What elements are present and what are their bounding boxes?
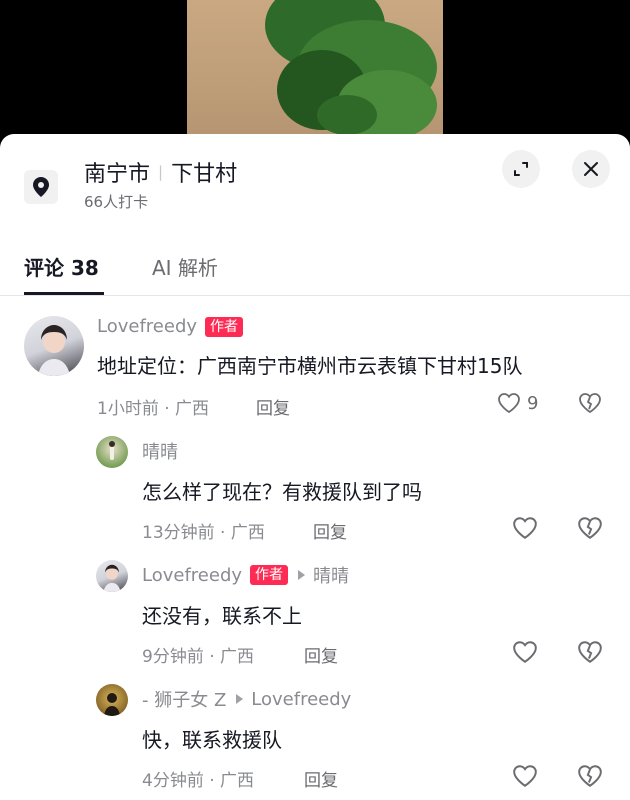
broken-heart-icon	[579, 393, 601, 414]
comment-text: 快，联系救援队	[142, 728, 282, 752]
location-title[interactable]: 南宁市 | 下甘村	[84, 156, 237, 188]
expand-icon	[514, 162, 528, 176]
comment-author[interactable]: 晴晴	[142, 438, 178, 464]
comment-sheet: 南宁市 | 下甘村 66人打卡 评论 38 AI 解析 Lovefreedy 作…	[0, 134, 630, 800]
comment-author[interactable]: Lovefreedy	[142, 565, 242, 586]
location-separator: |	[158, 163, 164, 181]
comment-author[interactable]: - 狮子女 Z	[142, 686, 226, 712]
comment-text: 怎么样了现在？有救援队到了吗	[142, 480, 422, 504]
avatar[interactable]	[24, 316, 84, 376]
comment-author-row: Lovefreedy 作者	[97, 316, 244, 337]
avatar[interactable]	[96, 560, 128, 592]
comment-author-row: 晴晴	[142, 438, 178, 464]
dislike-button[interactable]	[578, 392, 602, 418]
comment-meta: 1小时前 · 广西	[97, 399, 210, 419]
video-player[interactable]	[0, 0, 630, 150]
tab-comments[interactable]: 评论 38	[24, 252, 99, 281]
reply-target[interactable]: 晴晴	[313, 562, 349, 588]
comment-text: 还没有，联系不上	[142, 604, 302, 628]
close-icon	[584, 162, 598, 176]
author-badge: 作者	[205, 316, 244, 337]
broken-heart-icon	[578, 765, 602, 787]
like-button[interactable]	[512, 640, 538, 664]
dislike-button[interactable]	[577, 764, 603, 792]
comment-author[interactable]: Lovefreedy	[97, 316, 197, 337]
checkin-count: 66人打卡	[84, 193, 149, 211]
location-city: 南宁市	[84, 162, 151, 187]
expand-button[interactable]	[502, 150, 540, 188]
comment-meta: 4分钟前 · 广西	[142, 771, 255, 791]
comment-author-row: Lovefreedy 作者 晴晴	[142, 562, 349, 588]
comment-author-row: - 狮子女 Z Lovefreedy	[142, 686, 351, 712]
heart-icon	[513, 641, 537, 663]
location-pin-icon	[24, 170, 58, 204]
dislike-button[interactable]	[577, 640, 603, 668]
author-badge: 作者	[250, 565, 289, 585]
comment-meta: 13分钟前 · 广西	[142, 523, 265, 543]
tabs-divider	[0, 295, 630, 296]
broken-heart-icon	[578, 641, 602, 663]
reply-button[interactable]: 回复	[304, 642, 338, 667]
reply-button[interactable]: 回复	[304, 766, 338, 791]
avatar[interactable]	[96, 684, 128, 716]
reply-target[interactable]: Lovefreedy	[251, 689, 351, 710]
location-village: 下甘村	[171, 162, 238, 187]
like-button[interactable]	[512, 764, 538, 788]
reply-arrow-icon	[298, 570, 306, 580]
video-frame	[187, 0, 443, 150]
tab-ai-analysis[interactable]: AI 解析	[152, 252, 218, 281]
comment-text: 地址定位：广西南宁市横州市云表镇下甘村15队	[97, 354, 523, 378]
like-button[interactable]	[512, 516, 538, 540]
like-button[interactable]: 9	[497, 392, 538, 414]
close-button[interactable]	[572, 150, 610, 188]
dislike-button[interactable]	[577, 516, 603, 544]
heart-icon	[513, 765, 537, 787]
heart-icon	[513, 517, 537, 539]
heart-icon	[498, 393, 520, 414]
reply-button[interactable]: 回复	[313, 518, 347, 543]
avatar[interactable]	[96, 436, 128, 468]
reply-arrow-icon	[236, 694, 244, 704]
tree-foliage	[317, 95, 377, 135]
like-count: 9	[527, 392, 539, 414]
broken-heart-icon	[578, 517, 602, 539]
reply-button[interactable]: 回复	[256, 394, 290, 419]
comment-meta: 9分钟前 · 广西	[142, 647, 255, 667]
